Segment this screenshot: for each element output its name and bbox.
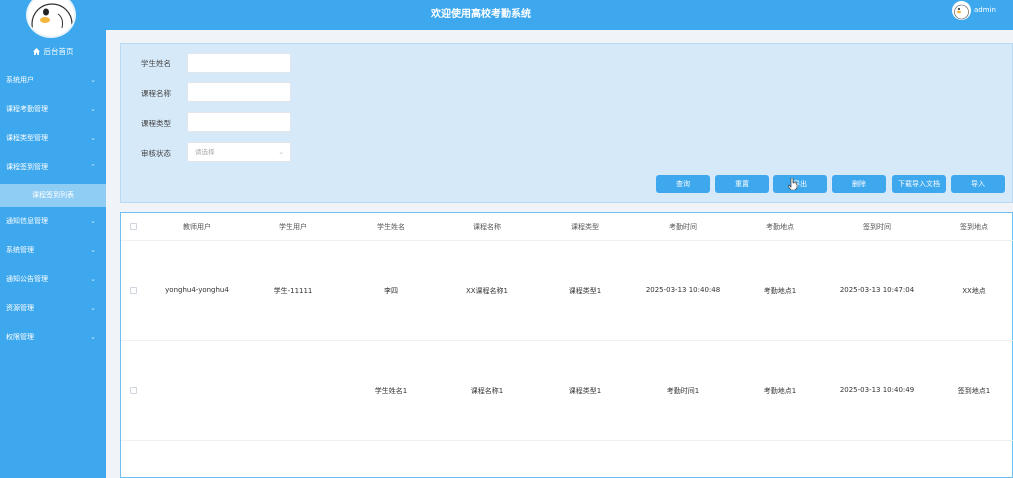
home-icon — [32, 48, 40, 55]
table-cell: 2025-03-13 10:47:04 — [839, 286, 915, 294]
chevron-up-icon: ⌃ — [90, 163, 96, 171]
chevron-down-icon: ⌄ — [90, 134, 96, 142]
course-type-label: 课程类型 — [141, 119, 171, 128]
column-header: 课程名称 — [473, 223, 501, 231]
sidebar-item-permissions[interactable]: 权限管理 ⌄ — [0, 327, 106, 347]
table-cell: 签到地点1 — [957, 387, 991, 395]
logo-duck-icon — [26, 0, 76, 38]
column-header: 考勤地点 — [766, 223, 794, 231]
chevron-down-icon: ⌄ — [90, 275, 96, 283]
column-header: 考勤时间 — [669, 223, 697, 231]
sidebar-item-label: 课程考勤管理 — [6, 105, 48, 113]
row-checkbox[interactable] — [130, 387, 137, 394]
column-header: 签到时间 — [863, 223, 891, 231]
sidebar-item-course-attendance[interactable]: 课程考勤管理 ⌄ — [0, 99, 106, 119]
table-cell: 2025-03-13 10:40:48 — [645, 286, 721, 294]
table-cell: 考勤地点1 — [763, 387, 797, 395]
table-cell: 学生姓名1 — [374, 387, 408, 395]
sidebar-item-label: 课程签到管理 — [6, 163, 48, 171]
sidebar-item-system-management[interactable]: 系统管理 ⌄ — [0, 240, 106, 260]
page-title: 欢迎使用高校考勤系统 — [431, 9, 531, 20]
table-cell: yonghu4-yonghu4 — [165, 286, 229, 294]
user-name[interactable]: admin — [974, 6, 996, 14]
search-panel: 学生姓名 课程名称 课程类型 审核状态 请选择 ⌄ 查询 重置 导出 删除 下载… — [120, 43, 1013, 203]
sidebar-item-label: 通知信息管理 — [6, 217, 48, 225]
row-checkbox[interactable] — [130, 287, 137, 294]
reset-button[interactable]: 重置 — [715, 175, 769, 193]
avatar[interactable] — [952, 1, 971, 20]
table-cell: 课程类型1 — [568, 387, 602, 395]
table-cell: 2025-03-13 10:40:49 — [839, 386, 915, 394]
chevron-down-icon: ⌄ — [90, 105, 96, 113]
export-button[interactable]: 导出 — [773, 175, 827, 193]
column-header: 课程类型 — [571, 223, 599, 231]
sidebar-item-label: 权限管理 — [6, 333, 34, 341]
chevron-down-icon: ⌄ — [90, 246, 96, 254]
review-status-select[interactable]: 请选择 ⌄ — [187, 142, 291, 162]
table-row[interactable]: 学生姓名1 课程名称1 课程类型1 考勤时间1 考勤地点1 2025-03-13… — [121, 341, 1013, 441]
chevron-down-icon: ⌄ — [90, 304, 96, 312]
column-header: 签到地点 — [960, 223, 988, 231]
student-name-label: 学生姓名 — [141, 59, 171, 68]
course-name-input[interactable] — [187, 82, 291, 102]
sidebar-item-label: 资源管理 — [6, 304, 34, 312]
table-cell: XX课程名称1 — [465, 287, 509, 295]
import-button[interactable]: 导入 — [951, 175, 1005, 193]
sidebar-item-label: 系统管理 — [6, 246, 34, 254]
hand-cursor-icon — [788, 178, 798, 190]
chevron-down-icon: ⌄ — [90, 333, 96, 341]
column-header: 学生姓名 — [377, 223, 405, 231]
sidebar-item-resources[interactable]: 资源管理 ⌄ — [0, 298, 106, 318]
download-template-button[interactable]: 下载导入文档 — [892, 175, 946, 193]
review-status-placeholder: 请选择 — [195, 148, 215, 156]
table-cell: 课程类型1 — [568, 287, 602, 295]
select-all-checkbox[interactable] — [130, 223, 137, 230]
sidebar-item-label: 通知公告管理 — [6, 275, 48, 283]
course-name-label: 课程名称 — [141, 89, 171, 98]
search-button[interactable]: 查询 — [656, 175, 710, 193]
course-type-input[interactable] — [187, 112, 291, 132]
sidebar-item-course-signin[interactable]: 课程签到管理 ⌃ — [0, 157, 106, 177]
sidebar-item-course-type[interactable]: 课程类型管理 ⌄ — [0, 128, 106, 148]
sidebar-home[interactable]: 后台首页 — [0, 46, 106, 57]
review-status-label: 审核状态 — [141, 149, 171, 158]
table-cell: 考勤时间1 — [666, 387, 700, 395]
sidebar: 后台首页 系统用户 ⌄ 课程考勤管理 ⌄ 课程类型管理 ⌄ 课程签到管理 ⌃ 课程签到列… — [0, 0, 106, 478]
table-row[interactable]: yonghu4-yonghu4 学生-11111 李四 XX课程名称1 课程类型… — [121, 241, 1013, 341]
table-cell: 课程名称1 — [470, 387, 504, 395]
sidebar-item-notice-info[interactable]: 通知信息管理 ⌄ — [0, 211, 106, 231]
data-table: 教师用户 学生用户 学生姓名 课程名称 课程类型 考勤时间 考勤地点 签到时间 … — [120, 212, 1013, 478]
chevron-down-icon: ⌄ — [90, 217, 96, 225]
sidebar-home-label: 后台首页 — [43, 47, 74, 56]
column-header: 学生用户 — [279, 223, 307, 231]
sidebar-item-announcement[interactable]: 通知公告管理 ⌄ — [0, 269, 106, 289]
column-header: 教师用户 — [183, 223, 211, 231]
sidebar-item-course-signin-list[interactable]: 课程签到列表 — [0, 184, 106, 207]
delete-button[interactable]: 删除 — [832, 175, 886, 193]
table-cell: 李四 — [384, 287, 398, 295]
chevron-down-icon: ⌄ — [90, 76, 96, 84]
sidebar-item-system-users[interactable]: 系统用户 ⌄ — [0, 70, 106, 90]
sidebar-item-label: 课程签到列表 — [32, 191, 74, 199]
table-cell: 学生-11111 — [273, 287, 313, 295]
table-cell: XX地点 — [962, 287, 986, 295]
sidebar-item-label: 系统用户 — [6, 76, 34, 84]
chevron-down-icon: ⌄ — [278, 148, 284, 156]
table-header: 教师用户 学生用户 学生姓名 课程名称 课程类型 考勤时间 考勤地点 签到时间 … — [121, 213, 1013, 241]
sidebar-item-label: 课程类型管理 — [6, 134, 48, 142]
student-name-input[interactable] — [187, 53, 291, 73]
table-cell: 考勤地点1 — [763, 287, 797, 295]
top-header: 欢迎使用高校考勤系统 admin — [106, 0, 1013, 30]
